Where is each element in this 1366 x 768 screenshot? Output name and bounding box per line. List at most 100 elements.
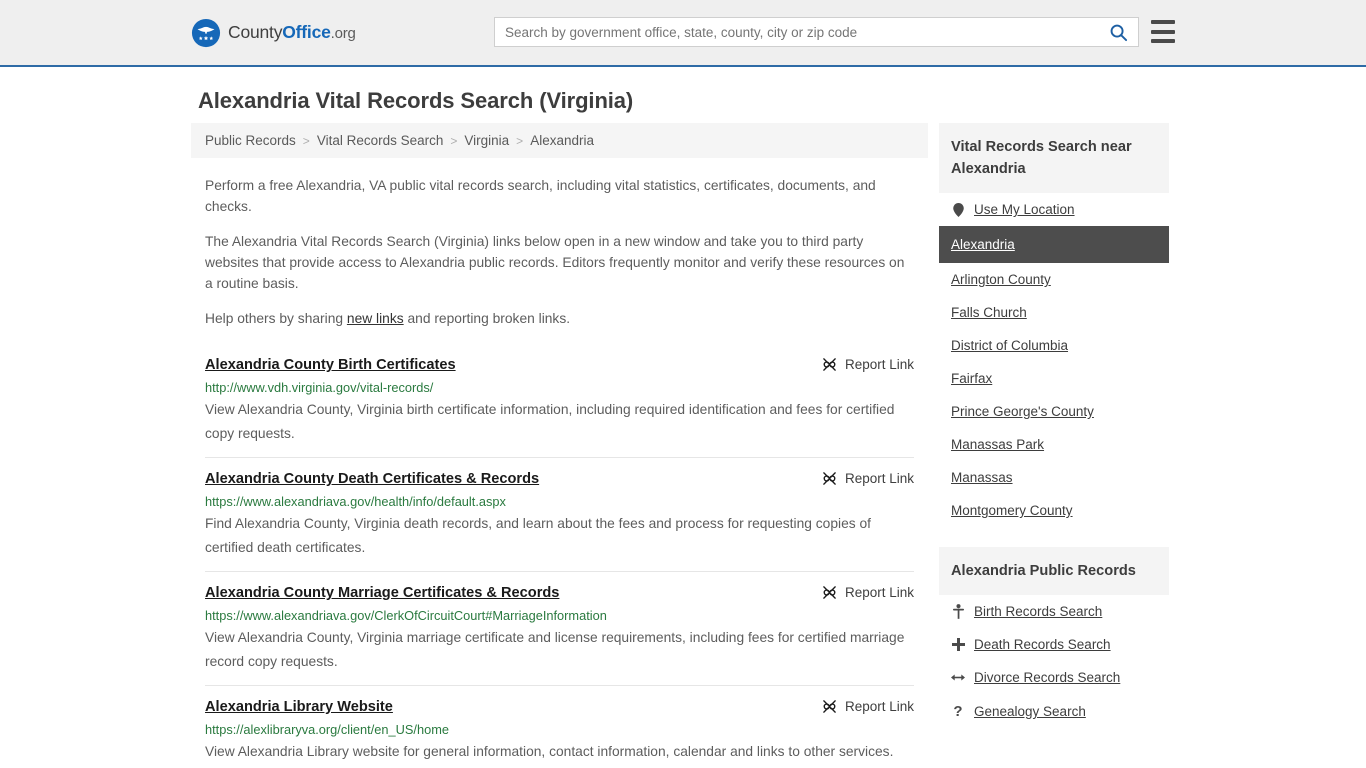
site-header: CountyOffice.org: [0, 0, 1366, 67]
result-item: Alexandria County Marriage Certificates …: [205, 571, 914, 685]
result-url[interactable]: https://alexlibraryva.org/client/en_US/h…: [205, 721, 914, 738]
sidebar-item-death-records-search[interactable]: Death Records Search: [939, 628, 1169, 661]
breadcrumb: Public Records > Vital Records Search > …: [191, 123, 928, 158]
sidebar-item-falls-church[interactable]: Falls Church: [939, 296, 1169, 329]
breadcrumb-item-alexandria[interactable]: Alexandria: [530, 133, 594, 148]
sidebar-nearby-heading: Vital Records Search near Alexandria: [939, 123, 1169, 193]
result-title-link[interactable]: Alexandria Library Website: [205, 698, 393, 717]
result-url[interactable]: http://www.vdh.virginia.gov/vital-record…: [205, 379, 914, 396]
sidebar-item-manassas-park[interactable]: Manassas Park: [939, 428, 1169, 461]
sidebar-location-link[interactable]: Manassas Park: [951, 437, 1044, 452]
left-right-arrow-icon: [951, 672, 965, 683]
intro-paragraph-1: Perform a free Alexandria, VA public vit…: [205, 178, 876, 214]
report-link-label: Report Link: [844, 585, 914, 600]
sidebar-item-manassas[interactable]: Manassas: [939, 461, 1169, 494]
report-link-button[interactable]: Report Link: [822, 470, 914, 486]
breadcrumb-item-virginia[interactable]: Virginia: [464, 133, 509, 148]
intro-paragraph-3-before: Help others by sharing: [205, 311, 347, 326]
breadcrumb-item-public-records[interactable]: Public Records: [205, 133, 296, 148]
result-header: Alexandria County Birth Certificates Rep…: [205, 356, 914, 375]
sidebar-item-genealogy-search[interactable]: ? Genealogy Search: [939, 694, 1169, 729]
breadcrumb-item-vital-records-search[interactable]: Vital Records Search: [317, 133, 444, 148]
new-links-link[interactable]: new links: [347, 311, 404, 326]
question-mark-icon: ?: [953, 703, 963, 720]
intro-paragraph-3-after: and reporting broken links.: [403, 311, 571, 326]
sidebar-location-link[interactable]: Prince George's County: [951, 404, 1094, 419]
result-header: Alexandria County Death Certificates & R…: [205, 470, 914, 489]
search-input[interactable]: [495, 18, 1098, 46]
result-description: View Alexandria County, Virginia marriag…: [205, 630, 905, 669]
broken-link-icon: [823, 472, 836, 485]
hamburger-menu-icon[interactable]: [1151, 20, 1175, 43]
logo-text-office: Office: [282, 22, 331, 42]
broken-link-icon: [823, 586, 836, 599]
sidebar-location-link[interactable]: Montgomery County: [951, 503, 1073, 518]
breadcrumb-separator-icon: >: [516, 133, 524, 148]
result-title-link[interactable]: Alexandria County Death Certificates & R…: [205, 470, 539, 489]
result-item: Alexandria County Birth Certificates Rep…: [205, 350, 914, 457]
page-title: Alexandria Vital Records Search (Virgini…: [198, 88, 634, 113]
breadcrumb-separator-icon: >: [302, 133, 310, 148]
result-url[interactable]: https://www.alexandriava.gov/health/info…: [205, 493, 914, 510]
main-content: Public Records > Vital Records Search > …: [191, 123, 928, 768]
report-link-button[interactable]: Report Link: [822, 356, 914, 372]
sidebar-item-birth-records-search[interactable]: Birth Records Search: [939, 595, 1169, 628]
report-link-label: Report Link: [844, 471, 914, 486]
sidebar-location-link[interactable]: Fairfax: [951, 371, 992, 386]
report-link-button[interactable]: Report Link: [822, 584, 914, 600]
sidebar-location-link[interactable]: Alexandria: [951, 237, 1015, 252]
site-logo[interactable]: CountyOffice.org: [191, 18, 356, 48]
site-logo-text: CountyOffice.org: [228, 22, 356, 43]
sidebar: Vital Records Search near Alexandria Use…: [939, 123, 1169, 735]
sidebar-location-link[interactable]: Falls Church: [951, 305, 1027, 320]
broken-link-icon: [823, 700, 836, 713]
report-link-label: Report Link: [844, 699, 914, 714]
result-header: Alexandria County Marriage Certificates …: [205, 584, 914, 603]
intro-paragraph-3: Help others by sharing new links and rep…: [205, 308, 914, 329]
death-records-search-link[interactable]: Death Records Search: [974, 637, 1111, 652]
divorce-records-search-link[interactable]: Divorce Records Search: [974, 670, 1120, 685]
genealogy-search-link[interactable]: Genealogy Search: [974, 704, 1086, 719]
sidebar-item-montgomery-county[interactable]: Montgomery County: [939, 494, 1169, 527]
sidebar-public-records-section: Alexandria Public Records Birth Records …: [939, 547, 1169, 729]
sidebar-nearby-section: Vital Records Search near Alexandria Use…: [939, 123, 1169, 527]
result-item: Alexandria Library Website Report Link h…: [205, 685, 914, 768]
sidebar-item-alexandria[interactable]: Alexandria: [939, 226, 1169, 263]
baby-icon: [951, 604, 965, 619]
sidebar-item-fairfax[interactable]: Fairfax: [939, 362, 1169, 395]
logo-text-org: .org: [330, 25, 356, 42]
breadcrumb-separator-icon: >: [450, 133, 458, 148]
result-item: Alexandria County Death Certificates & R…: [205, 457, 914, 571]
result-description: View Alexandria Library website for gene…: [205, 744, 894, 759]
sidebar-location-link[interactable]: Arlington County: [951, 272, 1051, 287]
report-link-button[interactable]: Report Link: [822, 698, 914, 714]
search-bar[interactable]: [494, 17, 1139, 47]
sidebar-location-link[interactable]: District of Columbia: [951, 338, 1068, 353]
result-title-link[interactable]: Alexandria County Marriage Certificates …: [205, 584, 559, 603]
use-my-location-link[interactable]: Use My Location: [974, 202, 1075, 217]
sidebar-item-arlington-county[interactable]: Arlington County: [939, 263, 1169, 296]
sidebar-item-prince-georges-county[interactable]: Prince George's County: [939, 395, 1169, 428]
sidebar-item-district-of-columbia[interactable]: District of Columbia: [939, 329, 1169, 362]
birth-records-search-link[interactable]: Birth Records Search: [974, 604, 1102, 619]
result-description: Find Alexandria County, Virginia death r…: [205, 516, 871, 555]
sidebar-location-link[interactable]: Manassas: [951, 470, 1013, 485]
result-url[interactable]: https://www.alexandriava.gov/ClerkOfCirc…: [205, 607, 914, 624]
search-button[interactable]: [1098, 18, 1138, 46]
sidebar-item-use-my-location[interactable]: Use My Location: [939, 193, 1169, 226]
sidebar-nearby-list: Use My Location Alexandria Arlington Cou…: [939, 193, 1169, 527]
result-list: Alexandria County Birth Certificates Rep…: [191, 350, 928, 768]
result-title-link[interactable]: Alexandria County Birth Certificates: [205, 356, 456, 375]
result-description: View Alexandria County, Virginia birth c…: [205, 402, 895, 441]
eagle-seal-icon: [191, 18, 221, 47]
sidebar-public-records-heading: Alexandria Public Records: [939, 547, 1169, 595]
result-header: Alexandria Library Website Report Link: [205, 698, 914, 717]
sidebar-public-records-list: Birth Records Search Death Records Searc…: [939, 595, 1169, 729]
sidebar-item-divorce-records-search[interactable]: Divorce Records Search: [939, 661, 1169, 694]
intro-text: Perform a free Alexandria, VA public vit…: [191, 175, 928, 329]
search-icon: [1110, 24, 1127, 41]
report-link-label: Report Link: [844, 357, 914, 372]
cross-icon: [951, 638, 965, 651]
map-pin-icon: [951, 202, 965, 217]
